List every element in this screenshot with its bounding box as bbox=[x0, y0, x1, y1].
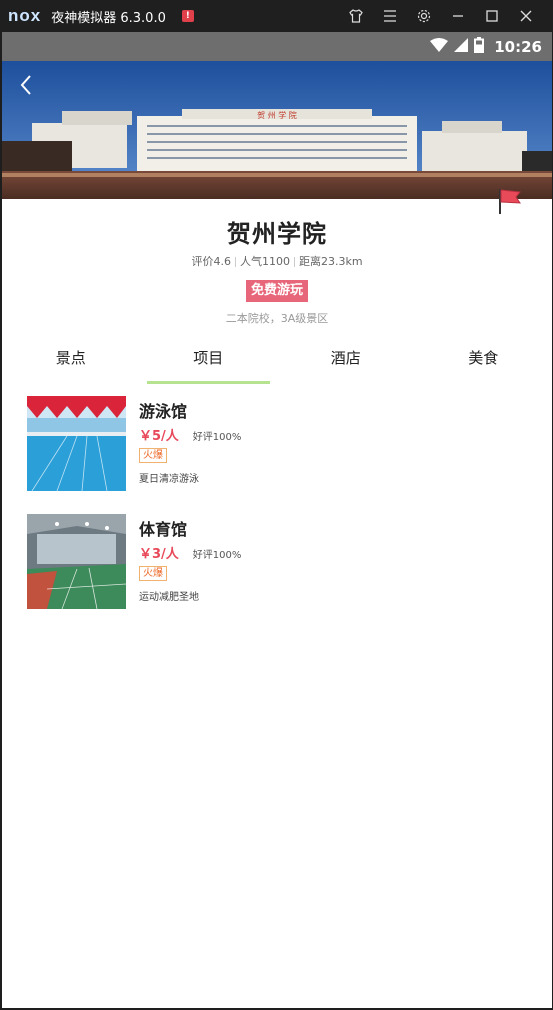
back-button[interactable] bbox=[14, 72, 38, 98]
price: ￥3/人 bbox=[139, 547, 179, 562]
emulator-titlebar: nox 夜神模拟器 6.3.0.0 ! bbox=[0, 0, 553, 32]
tab-projects[interactable]: 项目 bbox=[140, 342, 278, 384]
battery-icon bbox=[474, 36, 485, 57]
free-badge: 免费游玩 bbox=[245, 280, 308, 302]
tab-food[interactable]: 美食 bbox=[415, 342, 553, 384]
rating: 好评100% bbox=[192, 550, 242, 561]
signal-icon bbox=[454, 37, 469, 56]
list-item[interactable]: 体育馆 ￥3/人 好评100% 火爆 运动减肥圣地 bbox=[2, 512, 552, 630]
item-title: 游泳馆 bbox=[139, 402, 188, 421]
gear-icon[interactable] bbox=[407, 0, 441, 32]
rating-text: 评价4.6 bbox=[191, 255, 231, 268]
flag-icon[interactable] bbox=[498, 187, 524, 215]
nox-logo: nox bbox=[8, 6, 42, 25]
page-title: 贺州学院 bbox=[227, 220, 327, 248]
tab-hotels[interactable]: 酒店 bbox=[277, 342, 415, 384]
close-icon[interactable] bbox=[509, 0, 543, 32]
item-title: 体育馆 bbox=[139, 520, 188, 539]
place-stats: 评价4.6 人气1100 距离23.3km bbox=[2, 254, 552, 270]
hero-image: 贺 州 学 院 bbox=[2, 61, 552, 199]
pool-thumbnail bbox=[27, 396, 126, 491]
category-tabs: 景点 项目 酒店 美食 bbox=[2, 342, 552, 384]
status-bar: 10:26 bbox=[2, 32, 552, 61]
tshirt-icon[interactable] bbox=[339, 0, 373, 32]
phone-screen: 10:26 贺 州 学 院 贺州学院 评价4.6 人气1100 距离23.3km… bbox=[2, 32, 552, 1008]
divider bbox=[234, 257, 236, 267]
price-row: ￥5/人 好评100% bbox=[139, 425, 241, 444]
menu-icon[interactable] bbox=[373, 0, 407, 32]
wifi-icon bbox=[430, 37, 449, 56]
price: ￥5/人 bbox=[139, 429, 179, 444]
clock: 10:26 bbox=[494, 37, 542, 56]
place-info: 贺州学院 评价4.6 人气1100 距离23.3km 免费游玩 二本院校，3A级景区 bbox=[2, 216, 552, 327]
rating: 好评100% bbox=[192, 432, 242, 443]
list-item[interactable]: 游泳馆 ￥5/人 好评100% 火爆 夏日清凉游泳 bbox=[2, 394, 552, 512]
tab-attractions[interactable]: 景点 bbox=[2, 342, 140, 384]
price-row: ￥3/人 好评100% bbox=[139, 543, 241, 562]
project-list: 游泳馆 ￥5/人 好评100% 火爆 夏日清凉游泳 体育馆 ￥3/人 好评100… bbox=[2, 394, 552, 630]
minimize-icon[interactable] bbox=[441, 0, 475, 32]
item-description: 夏日清凉游泳 bbox=[139, 474, 199, 485]
popularity-text: 人气1100 bbox=[239, 255, 290, 268]
place-description: 二本院校，3A级景区 bbox=[225, 312, 329, 325]
hot-tag: 火爆 bbox=[139, 566, 167, 581]
item-description: 运动减肥圣地 bbox=[139, 592, 199, 603]
maximize-icon[interactable] bbox=[475, 0, 509, 32]
distance-text: 距离23.3km bbox=[298, 255, 363, 268]
banner-text: 贺 州 学 院 bbox=[257, 110, 297, 120]
window-controls bbox=[339, 0, 543, 32]
hot-tag: 火爆 bbox=[139, 448, 167, 463]
alert-icon[interactable]: ! bbox=[181, 10, 194, 22]
emulator-title: 夜神模拟器 6.3.0.0 bbox=[51, 10, 166, 26]
gym-thumbnail bbox=[27, 514, 126, 609]
divider bbox=[293, 257, 295, 267]
